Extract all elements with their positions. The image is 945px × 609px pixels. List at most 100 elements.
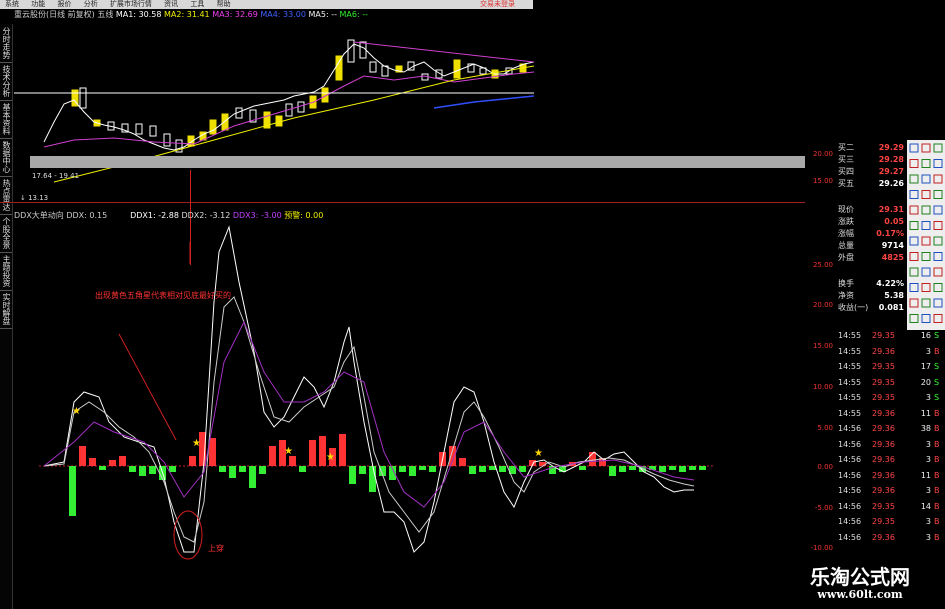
draw-tool-icon [933, 314, 943, 323]
site-watermark: 乐淘公式网 www.60lt.com [775, 555, 945, 609]
trade-side: B [934, 424, 940, 433]
trade-row: 14:56 29.35 3 B [836, 516, 945, 527]
menu-item-function[interactable]: 功能 [31, 0, 45, 8]
candlestick [149, 125, 157, 137]
draw-tool-icon [909, 236, 919, 246]
chart-separator-bar[interactable] [30, 156, 805, 168]
tab-technical[interactable]: 技术分析 [0, 62, 12, 101]
trade-volume: 3 [925, 346, 931, 356]
ddx-bar [699, 466, 706, 470]
trade-side: B [934, 408, 940, 418]
menu-item-extended[interactable]: 扩展市场行情 [110, 0, 152, 8]
ma2-value: MA2: 31.41 [164, 10, 210, 19]
quote-row: 外盘 4825 [838, 253, 904, 262]
menu-item-quote[interactable]: 报价 [57, 0, 71, 8]
ddx-bar [459, 458, 466, 466]
draw-tool-icon [909, 143, 919, 153]
ddx-bar [629, 466, 636, 470]
ddx-bar [669, 466, 676, 470]
ma3-line [43, 71, 534, 148]
trade-row: 14:55 29.35 17 S [836, 361, 945, 372]
tab-stock-panorama[interactable]: 个股全景 [0, 214, 12, 253]
menu-item-analysis[interactable]: 分析 [84, 0, 98, 8]
axis-tick-top-0: 20.00 [812, 150, 833, 158]
indicator-name: DDX大单动向 [14, 211, 64, 220]
trade-time: 14:56 [838, 455, 862, 464]
ddx-bars [69, 432, 706, 516]
trade-price: 29.36 [872, 424, 895, 433]
trade-time: 14:55 [838, 362, 862, 371]
trade-row: 14:56 29.36 3 B [836, 439, 945, 450]
trade-volume: 14 [920, 501, 931, 511]
trade-row: 14:56 29.36 11 B [836, 470, 945, 481]
trade-side: S [934, 331, 940, 340]
quote-row: 买三 29.28 [838, 155, 904, 164]
ddx-bar [679, 466, 686, 472]
trade-time: 14:56 [838, 439, 862, 449]
draw-tool-icon [933, 221, 943, 230]
panel-divider [0, 202, 805, 203]
candlestick [369, 61, 377, 73]
ddx-bar [259, 466, 266, 474]
draw-tool-icon [921, 190, 931, 199]
trade-row: 14:56 29.36 3 B [836, 532, 945, 543]
ddx-bar [419, 466, 426, 470]
draw-tool-icon [933, 143, 943, 153]
draw-tool-icon [909, 283, 919, 292]
ddx-bar [539, 462, 546, 466]
draw-tool-icon [921, 143, 931, 153]
menu-item-system[interactable]: 系统 [5, 0, 19, 8]
menu-item-help[interactable]: 帮助 [217, 0, 231, 8]
ddx-chart[interactable]: ★ ★ ★ ★ ★ [14, 222, 804, 609]
trade-time: 14:56 [838, 532, 862, 542]
draw-tool-icon [933, 159, 943, 168]
trade-side: B [934, 532, 940, 542]
kline-chart[interactable]: 17.64 - 19.41 ↓ 13.13 [14, 22, 534, 202]
candlesticks [71, 39, 527, 153]
draw-tool-icon [909, 174, 919, 184]
axis-tick-6: -5.00 [814, 504, 833, 512]
trade-side: B [934, 470, 940, 480]
axis-tick-5: 0.00 [817, 463, 833, 471]
ddx-bar [189, 456, 196, 466]
draw-tool-icon [921, 267, 931, 277]
menu-item-tools[interactable]: 工具 [190, 0, 204, 8]
trade-row: 14:55 29.35 16 S [836, 330, 945, 341]
candlestick [135, 123, 143, 135]
ddx-bar [619, 466, 626, 472]
draw-tool-icon [909, 267, 919, 277]
ddx-bar [139, 466, 146, 476]
ma5-value: MA5: -- [308, 10, 337, 19]
ddx-bar [469, 466, 476, 474]
trade-volume: 3 [925, 393, 931, 402]
draw-tool-icon [909, 190, 919, 199]
menu-bar: 系统 功能 报价 分析 扩展市场行情 资讯 工具 帮助 [0, 0, 533, 9]
ddx-bar [239, 466, 246, 472]
trade-time: 14:56 [838, 501, 862, 511]
draw-tool-icon [933, 205, 943, 215]
ddx-bar [339, 434, 346, 466]
trade-side: B [934, 517, 940, 526]
draw-tool-icon [909, 314, 919, 323]
trade-volume: 3 [925, 439, 931, 449]
tab-data-center[interactable]: 数据中心 [0, 138, 12, 177]
tab-theme-invest[interactable]: 主题投资 [0, 252, 12, 291]
tab-hot-radar[interactable]: 热点雷达 [0, 176, 12, 215]
tab-intraday[interactable]: 分时走势 [0, 24, 12, 63]
candlestick [347, 39, 355, 63]
candlestick [209, 119, 217, 135]
draw-tool-icon [909, 221, 919, 230]
ddx-bar [229, 466, 236, 478]
tab-fundamentals[interactable]: 基本资料 [0, 100, 12, 139]
drawing-toolbar[interactable] [907, 140, 945, 330]
menu-item-news[interactable]: 资讯 [164, 0, 178, 8]
ddx-bar [499, 466, 506, 472]
quote-row: 买五 29.26 [838, 179, 904, 188]
login-status-link[interactable]: 交易未登录 [480, 0, 515, 9]
quote-row: 涨跌 0.05 [838, 217, 904, 226]
trade-time: 14:55 [838, 346, 862, 356]
tab-live-commentary[interactable]: 实时解盘 [0, 290, 12, 329]
trade-time: 14:56 [838, 486, 862, 495]
ddx-bar [319, 436, 326, 466]
ma6-value: MA6: -- [339, 10, 369, 19]
